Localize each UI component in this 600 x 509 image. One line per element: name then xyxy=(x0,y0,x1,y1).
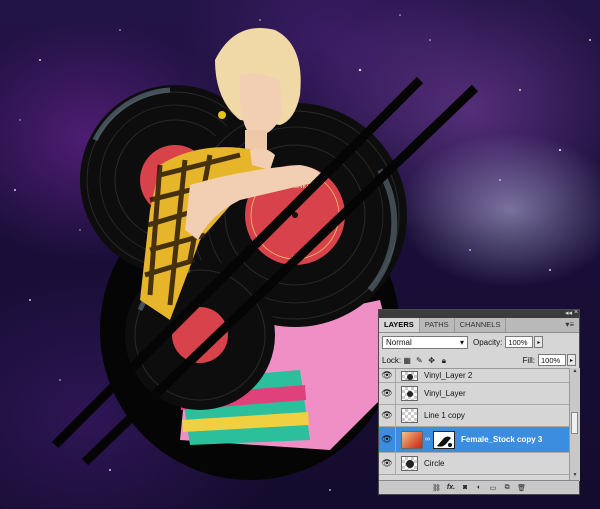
blend-row: Normal ▾ Opacity: 100% ▸ xyxy=(379,333,579,351)
eye-icon[interactable]: 👁︎ xyxy=(379,405,396,426)
panel-title-bar[interactable]: ◂◂ × xyxy=(379,309,579,318)
fill-slider-button[interactable]: ▸ xyxy=(567,354,576,366)
lock-all-icon[interactable]: 🔒︎ xyxy=(440,356,448,365)
tab-channels[interactable]: CHANNELS xyxy=(455,318,507,332)
layer-name: Vinyl_Layer 2 xyxy=(424,371,473,380)
layers-panel: ◂◂ × LAYERS PATHS CHANNELS ▾≡ Normal ▾ O… xyxy=(378,309,580,495)
tab-layers[interactable]: LAYERS xyxy=(379,318,420,332)
layer-name: Vinyl_Layer xyxy=(424,389,466,398)
layer-row[interactable]: 👁︎ Circle xyxy=(379,453,569,475)
lock-row: Lock: ▦ ✎ ✥ 🔒︎ Fill: 100% ▸ xyxy=(379,351,579,369)
eye-icon[interactable]: 👁︎ xyxy=(379,427,396,452)
layer-name: Circle xyxy=(424,459,445,468)
eye-icon[interactable]: 👁︎ xyxy=(379,453,396,474)
fill-field[interactable]: 100% xyxy=(538,354,566,366)
panel-tabs: LAYERS PATHS CHANNELS ▾≡ xyxy=(379,318,579,333)
eye-icon[interactable]: 👁︎ xyxy=(379,383,396,404)
collapse-icon[interactable]: ◂◂ xyxy=(565,309,572,317)
scroll-up-icon[interactable]: ▲ xyxy=(570,368,580,377)
layer-thumbnail xyxy=(401,370,418,381)
opacity-label: Opacity: xyxy=(473,337,503,347)
lock-transparency-icon[interactable]: ▦ xyxy=(403,356,411,365)
opacity-slider-button[interactable]: ▸ xyxy=(534,336,544,348)
layer-thumbnail xyxy=(401,430,423,449)
layer-name: Female_Stock copy 3 xyxy=(461,435,543,444)
layer-thumbnail xyxy=(401,386,418,401)
close-icon[interactable]: × xyxy=(574,309,578,316)
adjustment-layer-icon[interactable]: ◐ xyxy=(475,484,483,491)
layer-row[interactable]: 👁︎ Vinyl_Layer 2 xyxy=(379,369,569,383)
layers-scrollbar[interactable]: ▲ ▼ xyxy=(569,368,580,481)
eye-icon[interactable]: 👁︎ xyxy=(379,369,396,382)
lock-paint-icon[interactable]: ✎ xyxy=(415,356,423,365)
link-layers-icon[interactable]: ⛓ xyxy=(432,484,441,492)
blend-mode-value: Normal xyxy=(386,337,412,347)
layers-list: 👁︎ Vinyl_Layer 2 👁︎ Vinyl_Layer 👁︎ Line … xyxy=(379,368,569,482)
fx-icon[interactable]: fx. xyxy=(447,484,455,491)
layer-row[interactable]: 👁︎ Vinyl_Layer xyxy=(379,383,569,405)
new-layer-icon[interactable]: ⧉ xyxy=(503,484,511,492)
chevron-down-icon: ▾ xyxy=(459,337,464,347)
fill-label: Fill: xyxy=(522,355,535,365)
opacity-field[interactable]: 100% xyxy=(505,336,534,348)
blend-mode-dropdown[interactable]: Normal ▾ xyxy=(382,335,468,349)
layer-thumbnail xyxy=(401,456,418,471)
link-chain-icon[interactable]: ∞ xyxy=(425,436,431,443)
layer-thumbnail xyxy=(401,408,418,423)
panel-menu-icon[interactable]: ▾≡ xyxy=(565,320,574,329)
tab-paths[interactable]: PATHS xyxy=(420,318,455,332)
add-mask-icon[interactable]: ◙ xyxy=(461,484,469,491)
layer-name: Line 1 copy xyxy=(424,411,465,420)
layer-row-selected[interactable]: 👁︎ ∞ Female_Stock copy 3 xyxy=(379,427,569,453)
trash-icon[interactable]: 🗑︎ xyxy=(517,484,526,492)
lock-position-icon[interactable]: ✥ xyxy=(428,356,436,365)
layer-mask-thumbnail[interactable] xyxy=(433,430,455,449)
group-folder-icon[interactable]: ▭ xyxy=(489,484,497,492)
layers-footer: ⛓ fx. ◙ ◐ ▭ ⧉ 🗑︎ xyxy=(379,480,579,494)
layer-row[interactable]: 👁︎ Line 1 copy xyxy=(379,405,569,427)
scrollbar-thumb[interactable] xyxy=(571,412,578,434)
lock-label: Lock: xyxy=(382,355,402,365)
